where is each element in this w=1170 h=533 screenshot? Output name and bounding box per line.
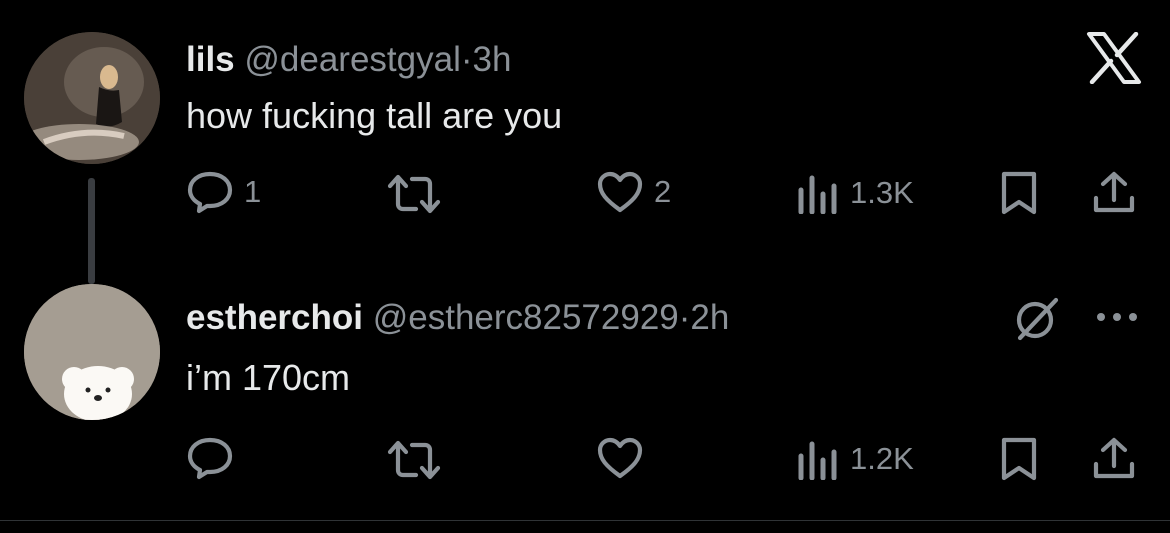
tweet-header: estherchoi @estherc82572929·2h [186,300,729,335]
like-icon [597,437,643,479]
avatar[interactable] [24,284,160,420]
display-name[interactable]: estherchoi [186,298,363,337]
tweet-text: i’m 170cm [186,357,351,398]
views-button[interactable]: 1.2K [796,438,914,480]
bookmark-button[interactable] [998,436,1040,482]
retweet-icon [387,440,441,480]
divider [0,520,1170,521]
timestamp[interactable]: 2h [690,298,729,337]
share-icon [1093,437,1135,479]
separator: · [678,298,691,337]
user-handle[interactable]: @estherc82572929 [373,298,679,337]
avatar-bear [24,284,160,420]
retweet-button[interactable] [386,438,442,482]
views-count: 1.2K [850,441,914,476]
views-icon [798,441,837,480]
share-button[interactable] [1090,436,1138,482]
grok-icon[interactable] [1014,296,1060,347]
more-icon[interactable] [1094,310,1140,329]
reply-button[interactable] [186,436,244,480]
tweet-2[interactable]: estherchoi @estherc82572929·2h i’m 170cm… [0,0,1170,481]
like-button[interactable] [596,436,654,480]
reply-icon [187,437,233,480]
bookmark-icon [1001,437,1037,481]
